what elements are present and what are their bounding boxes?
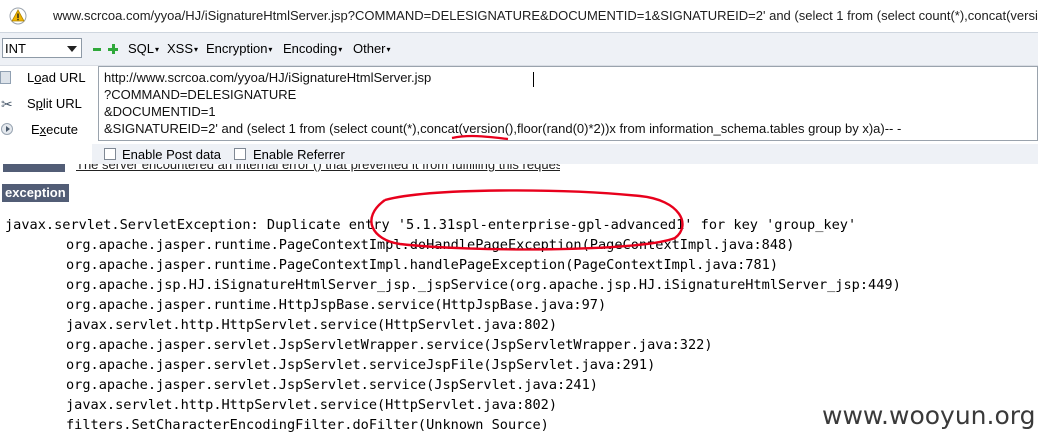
menu-sql[interactable]: SQL▾: [128, 41, 159, 56]
text-cursor: [533, 72, 534, 87]
description-text: The server encountered an internal error…: [76, 164, 560, 172]
enable-referrer-checkbox[interactable]: [234, 148, 246, 160]
trace-line: org.apache.jasper.runtime.PageContextImp…: [66, 257, 779, 273]
menu-encoding-label: Encoding: [283, 41, 338, 56]
type-select[interactable]: INT: [2, 38, 82, 58]
url-line: http://www.scrcoa.com/yyoa/HJ/iSignature…: [104, 70, 432, 85]
url-line: &SIGNATUREID=2' and (select 1 from (sele…: [104, 121, 902, 136]
split-url-icon: ✂: [1, 96, 13, 112]
type-select-value: INT: [5, 41, 26, 56]
menu-encoding[interactable]: Encoding▾: [283, 41, 342, 56]
address-url[interactable]: www.scrcoa.com/yyoa/HJ/iSignatureHtmlSer…: [53, 8, 1038, 23]
trace-line: org.apache.jasper.runtime.PageContextImp…: [66, 237, 795, 253]
menu-sql-label: SQL: [128, 41, 155, 56]
menu-other[interactable]: Other▾: [353, 41, 391, 56]
options-row: Enable Post data Enable Referrer: [92, 144, 1038, 164]
menu-encryption[interactable]: Encryption▾: [206, 41, 272, 56]
enable-post-label: Enable Post data: [122, 147, 222, 162]
plus-icon[interactable]: [108, 44, 118, 54]
description-label: [3, 164, 65, 172]
url-line: &DOCUMENTID=1: [104, 104, 216, 119]
split-url-button[interactable]: ✂ Split URL: [0, 92, 92, 116]
execute-label: Execute: [31, 122, 78, 137]
chevron-down-icon: [67, 46, 77, 52]
description-strip: The server encountered an internal error…: [0, 164, 560, 174]
load-url-icon: [0, 71, 11, 84]
load-url-label: Load URL: [27, 70, 86, 85]
enable-post-checkbox[interactable]: [104, 148, 116, 160]
url-line: ?COMMAND=DELESIGNATURE: [104, 87, 297, 102]
trace-line: org.apache.jasper.servlet.JspServletWrap…: [66, 337, 713, 353]
trace-line: org.apache.jasper.servlet.JspServlet.ser…: [66, 377, 598, 393]
menu-encryption-label: Encryption: [206, 41, 268, 56]
enable-referrer-label: Enable Referrer: [253, 147, 345, 162]
execute-button[interactable]: Execute: [0, 118, 92, 142]
menu-xss-label: XSS: [167, 41, 194, 56]
trace-line: javax.servlet.http.HttpServlet.service(H…: [66, 397, 558, 413]
trace-line: filters.SetCharacterEncodingFilter.doFil…: [66, 417, 549, 433]
warning-icon: [9, 7, 27, 25]
minus-icon[interactable]: [93, 48, 101, 51]
trace-line: org.apache.jasper.runtime.HttpJspBase.se…: [66, 297, 607, 313]
trace-line: javax.servlet.http.HttpServlet.service(H…: [66, 317, 558, 333]
menu-other-label: Other: [353, 41, 386, 56]
menu-xss[interactable]: XSS▾: [167, 41, 198, 56]
trace-line: org.apache.jsp.HJ.iSignatureHtmlServer_j…: [66, 277, 901, 293]
url-textarea[interactable]: http://www.scrcoa.com/yyoa/HJ/iSignature…: [98, 66, 1038, 141]
address-bar[interactable]: www.scrcoa.com/yyoa/HJ/iSignatureHtmlSer…: [0, 0, 1038, 33]
hackbar-actions: Load URL ✂ Split URL Execute: [0, 66, 92, 145]
execute-icon: [1, 123, 13, 135]
trace-line: org.apache.jasper.servlet.JspServlet.ser…: [66, 357, 656, 373]
trace-line: javax.servlet.ServletException: Duplicat…: [5, 217, 857, 233]
split-url-label: Split URL: [27, 96, 82, 111]
load-url-button[interactable]: Load URL: [0, 66, 92, 90]
hackbar-toolbar: INT SQL▾ XSS▾ Encryption▾ Encoding▾ Othe…: [0, 33, 1038, 66]
exception-header: exception: [2, 184, 69, 202]
watermark: www.wooyun.org: [822, 401, 1036, 430]
